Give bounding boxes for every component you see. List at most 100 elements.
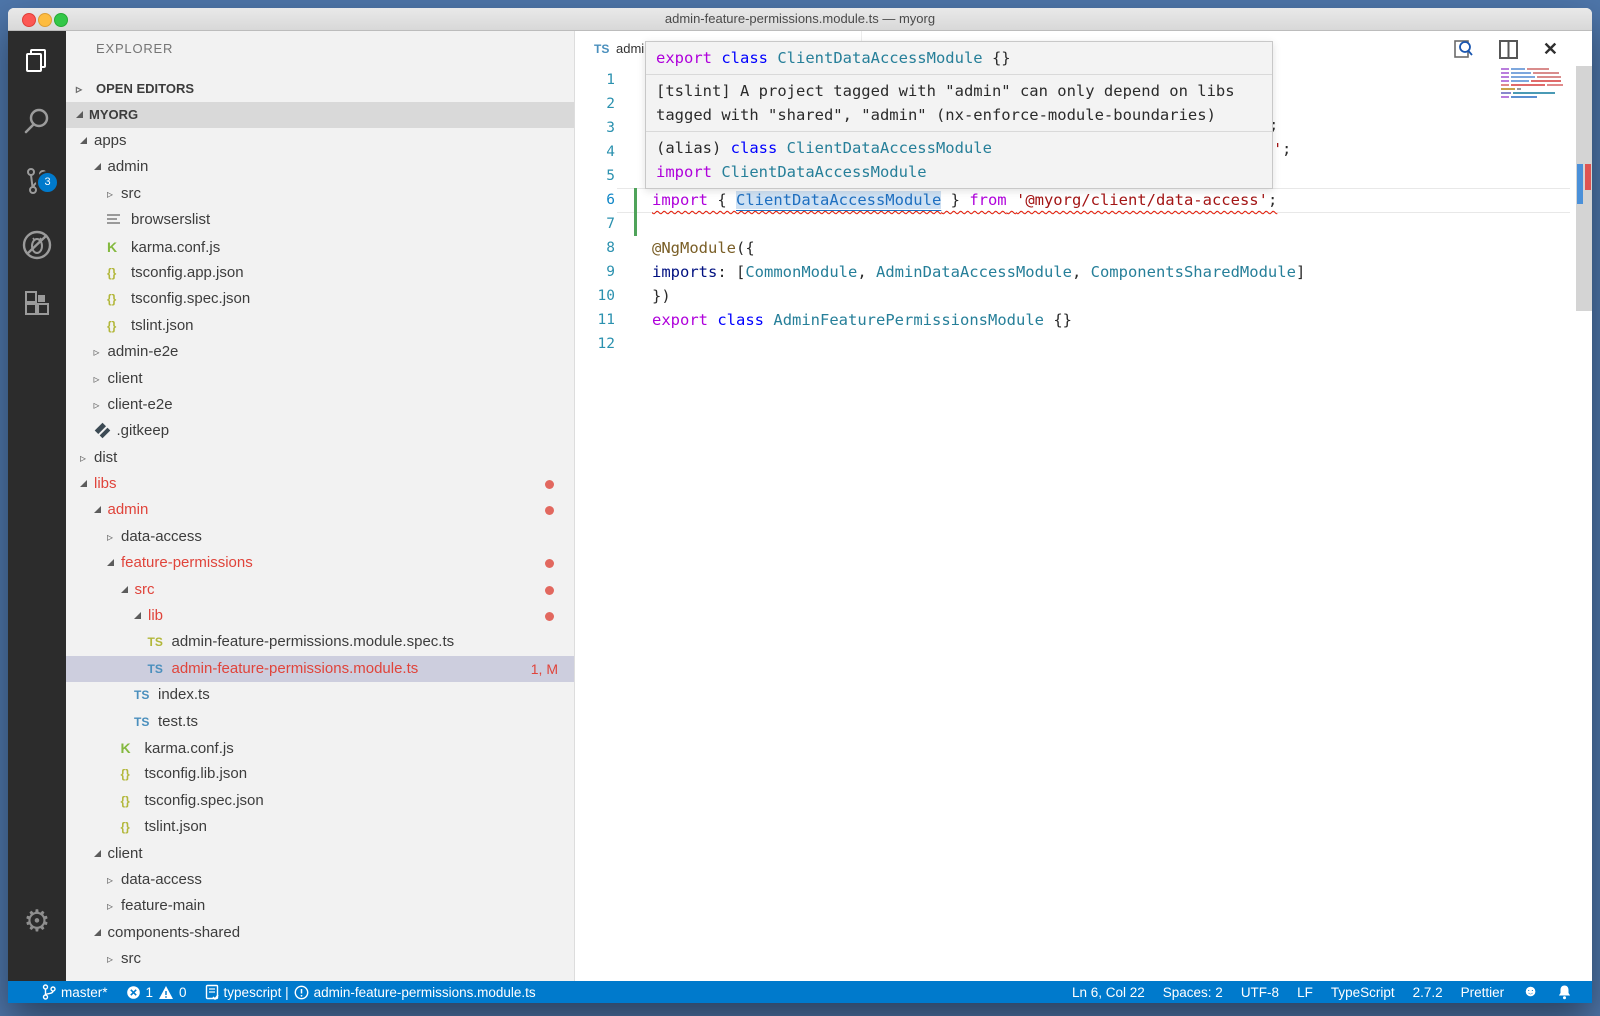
chevron-right-icon: ▹	[107, 524, 121, 550]
tree-item-feature-main[interactable]: ▹feature-main	[66, 893, 574, 919]
modified-dot-badge	[545, 559, 554, 568]
problems-indicator[interactable]: 1 0	[126, 985, 187, 1000]
activity-bar: 3 ⚙	[8, 31, 66, 981]
tree-item-src[interactable]: src	[66, 577, 574, 603]
formatter-indicator[interactable]: Prettier	[1461, 985, 1505, 1000]
chevron-expanded-icon	[94, 929, 101, 936]
extensions-icon[interactable]	[8, 287, 66, 323]
karma-file-icon: K	[107, 234, 131, 260]
tree-item-tsconfig-spec-json[interactable]: {}tsconfig.spec.json	[66, 286, 574, 312]
tree-item-label: admin	[108, 158, 149, 175]
tree-item-apps[interactable]: apps	[66, 128, 574, 154]
tree-item-admin[interactable]: admin	[66, 497, 574, 523]
tree-item-browserslist[interactable]: browserslist	[66, 207, 574, 233]
tree-item-admin-feature-permissions-module-spec-ts[interactable]: TSadmin-feature-permissions.module.spec.…	[66, 629, 574, 655]
typescript-file-icon: TS	[134, 682, 158, 708]
tree-item-label: admin	[108, 501, 149, 518]
language-indicator[interactable]: TypeScript	[1331, 985, 1395, 1000]
tree-item-lib[interactable]: lib	[66, 603, 574, 629]
modified-dot-badge	[545, 506, 554, 515]
tree-item--gitkeep[interactable]: .gitkeep	[66, 418, 574, 444]
typescript-file-icon: TS	[148, 656, 172, 682]
tree-item-src[interactable]: ▹src	[66, 946, 574, 972]
tree-item-label: src	[135, 581, 155, 598]
tree-item-dist[interactable]: ▹dist	[66, 445, 574, 471]
tree-item-components-shared[interactable]: components-shared	[66, 920, 574, 946]
tree-item-tslint-json[interactable]: {}tslint.json	[66, 814, 574, 840]
tree-item-data-access[interactable]: ▹data-access	[66, 524, 574, 550]
open-changes-icon[interactable]	[1452, 38, 1474, 60]
tree-item-karma-conf-js[interactable]: Kkarma.conf.js	[66, 735, 574, 761]
tree-item-tsconfig-lib-json[interactable]: {}tsconfig.lib.json	[66, 761, 574, 787]
overview-ruler[interactable]	[1576, 66, 1592, 981]
tree-item-data-access[interactable]: ▹data-access	[66, 867, 574, 893]
encoding-indicator[interactable]: UTF-8	[1241, 985, 1279, 1000]
code-area[interactable]: 123456import { ClientDataAccessModule } …	[575, 66, 1592, 981]
line-col-indicator[interactable]: Ln 6, Col 22	[1072, 985, 1145, 1000]
tree-item-feature-permissions[interactable]: feature-permissions	[66, 550, 574, 576]
sidebar-title: EXPLORER	[96, 41, 173, 56]
tree-item-admin[interactable]: admin	[66, 154, 574, 180]
code-token: })	[652, 287, 671, 305]
git-branch-indicator[interactable]: master*	[42, 984, 108, 1000]
eol-indicator[interactable]: LF	[1297, 985, 1313, 1000]
split-editor-icon[interactable]	[1498, 39, 1519, 60]
code-token: CommonModule	[745, 263, 857, 281]
code-token: ]	[1296, 263, 1305, 281]
code-token: {}	[992, 49, 1011, 67]
tree-item-test-ts[interactable]: TStest.ts	[66, 709, 574, 735]
notifications-bell-icon[interactable]	[1557, 984, 1572, 1000]
error-icon	[126, 985, 141, 1000]
root-folder-section[interactable]: MYORG	[66, 102, 574, 128]
tree-item-admin-e2e[interactable]: ▹admin-e2e	[66, 339, 574, 365]
debug-icon[interactable]	[8, 227, 66, 263]
tree-item-client[interactable]: ▹client	[66, 366, 574, 392]
indentation-indicator[interactable]: Spaces: 2	[1163, 985, 1223, 1000]
tree-item-tslint-json[interactable]: {}tslint.json	[66, 313, 574, 339]
tree-item-src[interactable]: ▹src	[66, 181, 574, 207]
tree-item-client-e2e[interactable]: ▹client-e2e	[66, 392, 574, 418]
modified-dot-badge	[545, 480, 554, 489]
search-icon[interactable]	[8, 103, 66, 139]
tree-item-label: client	[108, 845, 143, 862]
goto-definition-link[interactable]: ClientDataAccessModule	[736, 191, 941, 209]
tree-item-tsconfig-spec-json[interactable]: {}tsconfig.spec.json	[66, 788, 574, 814]
version-indicator[interactable]: 2.7.2	[1413, 985, 1443, 1000]
json-file-icon: {}	[107, 260, 131, 286]
tree-item-label: admin-feature-permissions.module.spec.ts	[172, 633, 455, 650]
code-token: ,	[1072, 263, 1091, 281]
code-token: export	[652, 311, 708, 329]
code-line-8: 8@NgModule({	[575, 236, 1592, 260]
tree-item-label: admin-feature-permissions.module.ts	[172, 660, 419, 677]
tslint-status[interactable]: typescript | admin-feature-permissions.m…	[205, 984, 536, 1000]
tree-item-admin-feature-permissions-module-ts[interactable]: TSadmin-feature-permissions.module.ts1, …	[66, 656, 574, 682]
modified-dot-badge	[545, 586, 554, 595]
json-file-icon: {}	[107, 286, 131, 312]
status-bar: master* 1 0 typescript |	[8, 981, 1592, 1003]
tree-item-client[interactable]: client	[66, 841, 574, 867]
typescript-file-icon: TS	[594, 32, 616, 66]
tree-item-tsconfig-app-json[interactable]: {}tsconfig.app.json	[66, 260, 574, 286]
open-editors-section[interactable]: ▹OPEN EDITORS	[66, 76, 574, 102]
typescript-spec-file-icon: TS	[148, 629, 172, 655]
tree-item-label: index.ts	[158, 686, 210, 703]
settings-gear-icon[interactable]: ⚙	[8, 904, 66, 939]
tree-item-label: libs	[94, 475, 117, 492]
line-number: 10	[575, 284, 615, 308]
tree-item-label: tsconfig.spec.json	[131, 290, 250, 307]
line-number: 1	[575, 68, 615, 92]
feedback-smiley-icon[interactable]: ☻	[1522, 983, 1539, 1001]
tree-item-karma-conf-js[interactable]: Kkarma.conf.js	[66, 234, 574, 260]
tree-item-libs[interactable]: libs	[66, 471, 574, 497]
code-token: ;	[1268, 191, 1277, 209]
code-token: ClientDataAccessModule	[721, 163, 926, 181]
minimap[interactable]	[1501, 68, 1571, 100]
tree-item-label: feature-main	[121, 897, 205, 914]
tree-item-index-ts[interactable]: TSindex.ts	[66, 682, 574, 708]
chevron-right-icon: ▹	[94, 339, 108, 365]
tree-item-label: client-e2e	[108, 396, 173, 413]
close-editor-icon[interactable]: ✕	[1543, 39, 1558, 59]
tree-item-label: lib	[148, 607, 163, 624]
explorer-icon[interactable]	[8, 43, 66, 79]
code-token: ClientDataAccessModule	[787, 139, 992, 157]
